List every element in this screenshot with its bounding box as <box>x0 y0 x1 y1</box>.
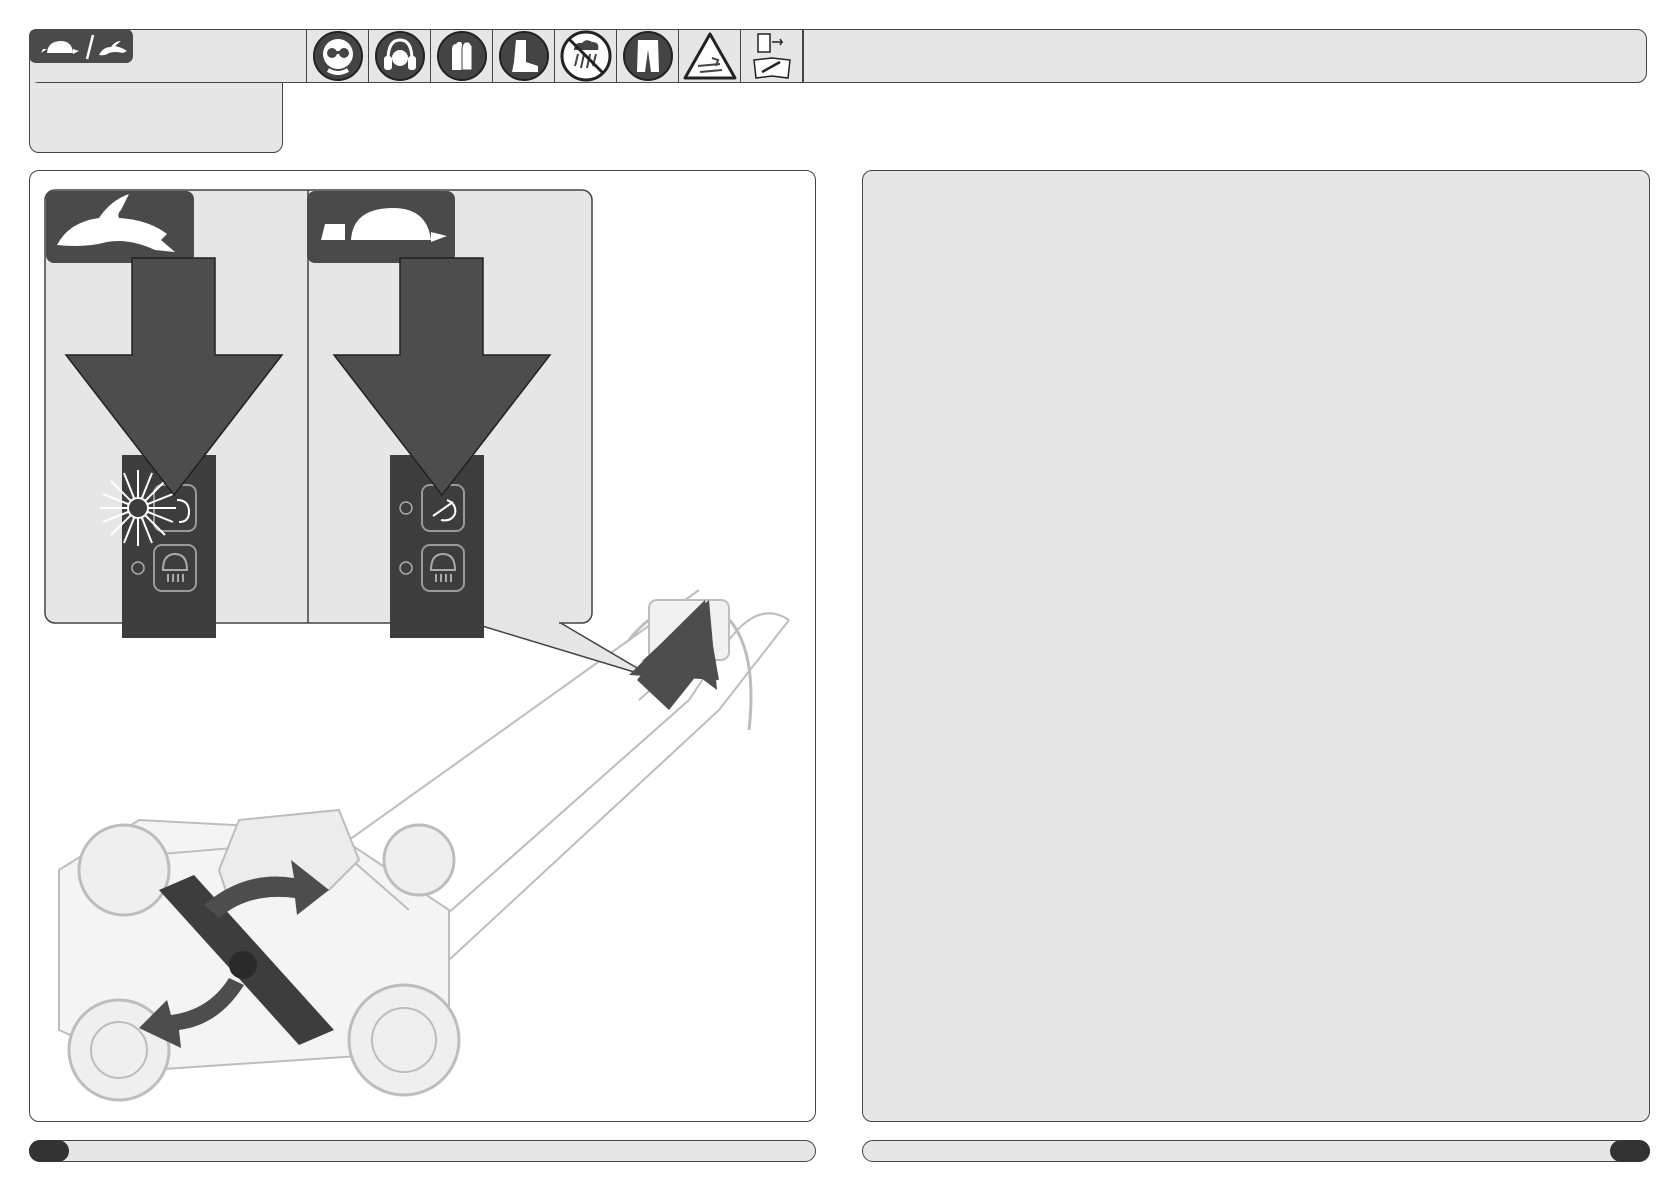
no-rain-icon <box>554 29 616 83</box>
turtle-slash-rabbit-icon <box>29 29 133 63</box>
ear-protection-icon <box>368 29 430 83</box>
remove-battery-read-manual-icon <box>740 29 802 83</box>
blade-hazard-warning-icon <box>678 29 740 83</box>
callout-pointer <box>468 621 655 679</box>
icon-strip-divider <box>802 29 804 83</box>
mode-selection-figure <box>29 170 816 1122</box>
safety-glasses-icon <box>306 29 368 83</box>
slow-mode-tile <box>307 191 455 263</box>
safety-boots-icon <box>492 29 554 83</box>
footer-bar-right <box>862 1140 1650 1162</box>
fast-mode-tile <box>46 191 194 263</box>
long-trousers-icon <box>616 29 678 83</box>
page-number-pill-right <box>1610 1140 1650 1162</box>
text-panel <box>862 170 1650 1122</box>
gloves-icon <box>430 29 492 83</box>
page-number-pill-left <box>29 1140 69 1162</box>
footer-bar-left <box>29 1140 816 1162</box>
